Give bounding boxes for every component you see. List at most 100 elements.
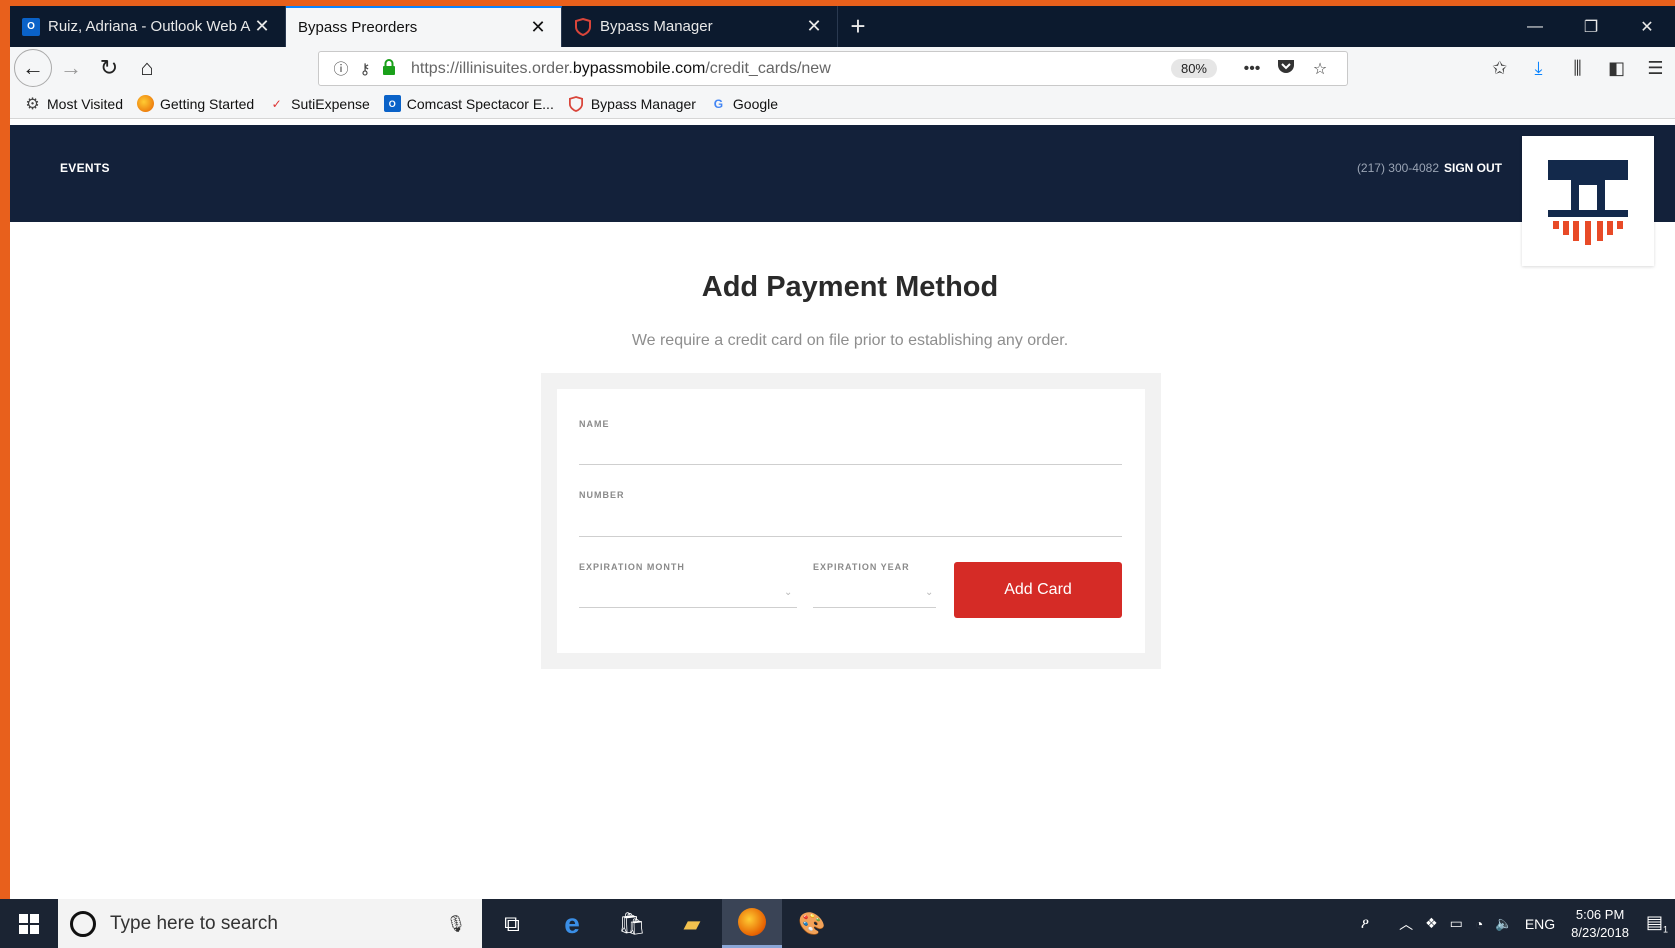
expiration-year-label: EXPIRATION YEAR: [813, 562, 910, 572]
forward-icon[interactable]: →: [52, 49, 90, 87]
outlook-icon: O: [383, 95, 401, 112]
bookmarks-menu-icon[interactable]: ✩: [1480, 58, 1519, 79]
cortana-icon: [70, 910, 96, 937]
illinois-block-i-icon: [1548, 160, 1628, 245]
close-icon[interactable]: ✕: [527, 17, 549, 38]
bookmark-comcast[interactable]: O Comcast Spectacor E...: [383, 95, 554, 112]
bookmark-label: Google: [732, 95, 779, 112]
expiration-month-select[interactable]: [579, 607, 797, 608]
close-icon[interactable]: ✕: [251, 16, 273, 37]
payment-form: NAME NUMBER EXPIRATION MONTH ⌄ EXPIRATIO…: [557, 389, 1145, 653]
bookmarks-toolbar: ⚙ Most Visited Getting Started ✓ SutiExpen…: [10, 89, 1675, 119]
number-field[interactable]: [579, 536, 1122, 537]
windows-start-icon[interactable]: [0, 899, 58, 948]
url-domain: bypassmobile.com: [572, 59, 706, 77]
bypass-shield-icon: [574, 17, 592, 36]
file-explorer-icon[interactable]: ▰: [662, 899, 722, 948]
dropbox-icon[interactable]: ❖: [1425, 915, 1438, 932]
number-label: NUMBER: [579, 490, 625, 500]
task-view-icon[interactable]: ⧉: [482, 899, 542, 948]
url-bar[interactable]: ⓘ ⚷ https://illinisuites.order.bypassmob…: [318, 51, 1348, 86]
google-icon: G: [713, 96, 724, 111]
more-actions-icon[interactable]: •••: [1235, 60, 1269, 78]
url-path: /credit_cards/new: [705, 59, 831, 77]
show-hidden-icons-chevron-up-icon[interactable]: ︿: [1399, 914, 1413, 934]
firefox-taskbar-icon[interactable]: [722, 899, 782, 948]
bookmark-bypass-manager[interactable]: Bypass Manager: [568, 95, 696, 112]
back-icon[interactable]: ←: [14, 49, 52, 87]
window-close-icon[interactable]: ✕: [1619, 17, 1675, 37]
restore-icon[interactable]: ❐: [1563, 17, 1619, 37]
tab-title: Ruiz, Adriana - Outlook Web A: [48, 18, 251, 35]
key-icon[interactable]: ⚷: [353, 60, 377, 78]
library-icon[interactable]: ⫼: [1558, 58, 1597, 79]
tab-title: Bypass Manager: [600, 18, 713, 35]
reload-icon[interactable]: ↻: [90, 49, 128, 87]
bookmark-sutiexpense[interactable]: ✓ SutiExpense: [268, 95, 370, 112]
expiration-year-select[interactable]: [813, 607, 936, 608]
sutiexpense-icon: ✓: [271, 96, 282, 111]
clock-date: 8/23/2018: [1571, 924, 1629, 940]
bookmark-star-icon[interactable]: ☆: [1303, 59, 1337, 79]
tab-strip: O Ruiz, Adriana - Outlook Web A ✕ Bypass…: [10, 6, 1675, 47]
minimize-icon[interactable]: —: [1507, 18, 1563, 36]
payment-form-card: NAME NUMBER EXPIRATION MONTH ⌄ EXPIRATIO…: [541, 373, 1161, 669]
nav-events-link[interactable]: EVENTS: [60, 161, 110, 175]
site-header: EVENTS (217) 300-4082 SIGN OUT: [10, 125, 1675, 222]
url-prefix: https://illinisuites.order.: [411, 59, 573, 77]
edge-icon[interactable]: e: [542, 899, 602, 948]
download-icon[interactable]: ⤓: [1519, 58, 1558, 79]
name-field[interactable]: [579, 464, 1122, 465]
illinois-logo[interactable]: [1522, 136, 1654, 266]
toolbar-right: ✩ ⤓ ⫼ ◧ ☰: [1480, 47, 1675, 89]
battery-icon[interactable]: ▭: [1450, 915, 1463, 932]
microphone-icon[interactable]: 🎙: [446, 914, 466, 934]
chevron-down-icon: ⌄: [925, 587, 934, 598]
bookmark-most-visited[interactable]: ⚙ Most Visited: [24, 95, 123, 113]
nav-bar: ← → ↻ ⌂ ⓘ ⚷ https://illinisuites.order.b…: [10, 47, 1675, 89]
info-icon[interactable]: ⓘ: [329, 58, 353, 79]
url-text[interactable]: https://illinisuites.order.bypassmobile.…: [411, 60, 831, 78]
name-label: NAME: [579, 419, 610, 429]
bookmark-label: Comcast Spectacor E...: [406, 95, 554, 112]
pocket-icon[interactable]: [1269, 58, 1303, 79]
add-card-button[interactable]: Add Card: [954, 562, 1122, 618]
volume-icon[interactable]: 🔈: [1495, 915, 1512, 932]
firefox-icon: [137, 95, 154, 112]
screen: O Ruiz, Adriana - Outlook Web A ✕ Bypass…: [10, 6, 1675, 948]
tab-bypass-preorders[interactable]: Bypass Preorders ✕: [286, 6, 562, 47]
bookmark-label: Most Visited: [47, 95, 123, 112]
action-center-icon[interactable]: ▤1: [1639, 912, 1675, 935]
new-tab-button[interactable]: +: [838, 6, 878, 47]
tab-bypass-manager[interactable]: Bypass Manager ✕: [562, 6, 838, 47]
sidebar-icon[interactable]: ◧: [1597, 58, 1636, 79]
taskbar-search[interactable]: Type here to search 🎙: [58, 899, 482, 948]
people-icon[interactable]: ዖ: [1361, 915, 1369, 932]
store-icon[interactable]: 🛍: [602, 899, 662, 948]
clock[interactable]: 5:06 PM 8/23/2018: [1571, 906, 1629, 942]
bookmark-getting-started[interactable]: Getting Started: [137, 95, 254, 112]
bookmark-google[interactable]: G Google: [710, 95, 778, 112]
clock-time: 5:06 PM: [1575, 906, 1625, 922]
notification-count: 1: [1663, 924, 1669, 935]
search-placeholder: Type here to search: [110, 912, 278, 934]
lock-icon[interactable]: [377, 58, 401, 79]
sign-out-link[interactable]: SIGN OUT: [1444, 161, 1502, 175]
zoom-level[interactable]: 80%: [1170, 59, 1217, 78]
home-icon[interactable]: ⌂: [128, 49, 166, 87]
bypass-shield-icon: [568, 95, 585, 112]
bookmark-label: SutiExpense: [291, 95, 370, 112]
chevron-down-icon: ⌄: [784, 587, 793, 598]
close-icon[interactable]: ✕: [803, 16, 825, 37]
phone-number: (217) 300-4082: [1356, 161, 1439, 175]
paint-icon[interactable]: 🎨: [782, 899, 842, 948]
bookmark-label: Bypass Manager: [590, 95, 696, 112]
language-indicator[interactable]: ENG: [1525, 916, 1555, 932]
tab-outlook[interactable]: O Ruiz, Adriana - Outlook Web A ✕: [10, 6, 286, 47]
wifi-icon[interactable]: ◔: [1475, 916, 1483, 932]
expiration-month-label: EXPIRATION MONTH: [579, 562, 685, 572]
tab-title: Bypass Preorders: [298, 19, 418, 36]
menu-icon[interactable]: ☰: [1636, 58, 1675, 79]
system-tray: ዖ ︿ ❖ ▭ ◔ 🔈 ENG 5:06 PM 8/23/2018 ▤1: [1355, 899, 1675, 948]
windows-taskbar: Type here to search 🎙 ⧉ e 🛍 ▰ 🎨 ዖ ︿ ❖ ▭ …: [0, 899, 1675, 948]
